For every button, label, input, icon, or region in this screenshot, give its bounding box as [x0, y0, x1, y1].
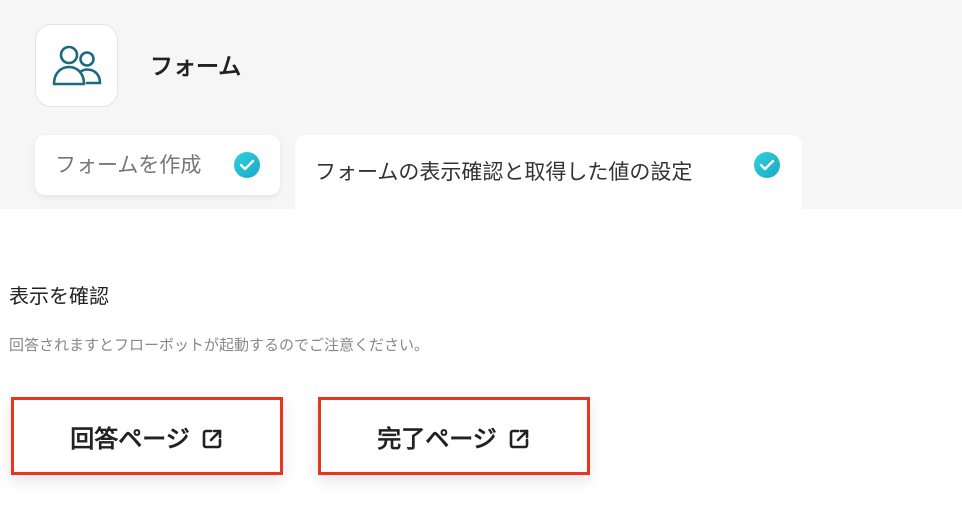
tab-display-and-settings[interactable]: フォームの表示確認と取得した値の設定: [295, 135, 802, 209]
app-icon: [35, 24, 118, 107]
tab-label: フォームの表示確認と取得した値の設定: [315, 160, 693, 184]
answer-page-label: 回答ページ: [70, 424, 190, 453]
tab-create-form[interactable]: フォームを作成: [35, 135, 280, 195]
check-circle-icon: [234, 152, 260, 178]
external-link-icon: [509, 429, 529, 449]
complete-page-button[interactable]: 完了ページ: [318, 397, 590, 475]
tab-label: フォームを作成: [55, 153, 202, 177]
notice-text: 回答されますとフローボットが起動するのでご注意ください。: [9, 336, 430, 354]
external-link-icon: [202, 429, 222, 449]
section-heading: 表示を確認: [9, 284, 109, 308]
users-icon: [52, 45, 102, 86]
app-title: フォーム: [150, 54, 242, 80]
complete-page-label: 完了ページ: [377, 424, 497, 453]
check-circle-icon: [754, 152, 780, 178]
answer-page-button[interactable]: 回答ページ: [11, 397, 283, 475]
